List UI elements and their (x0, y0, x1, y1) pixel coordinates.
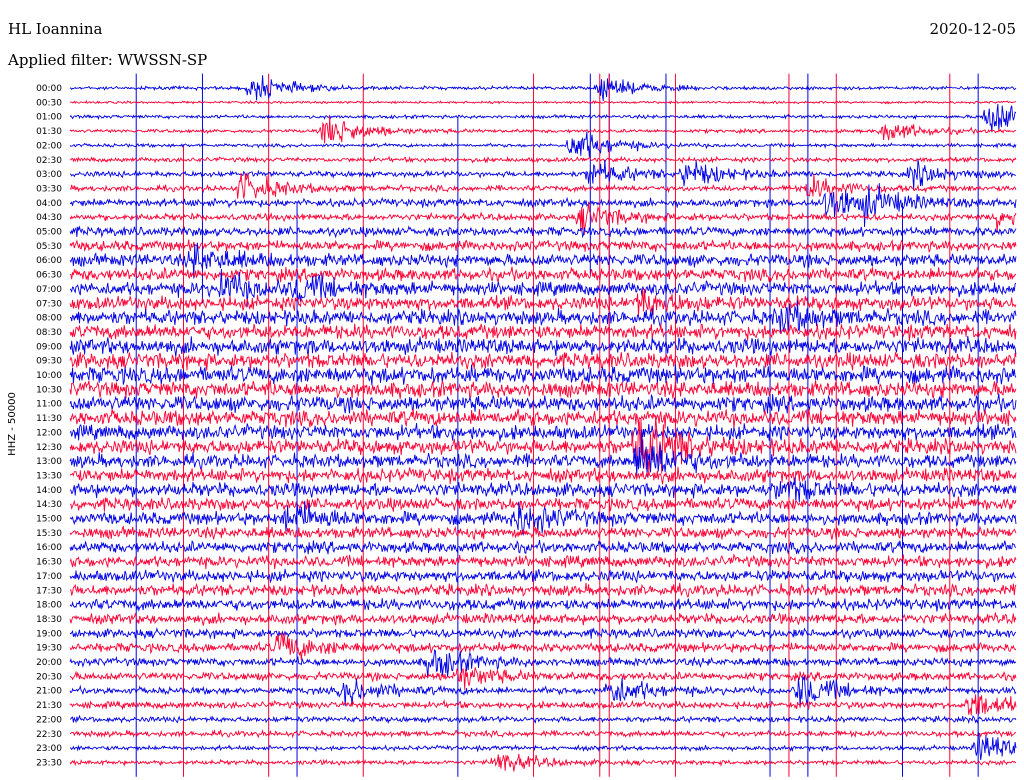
row-time-label: 09:00 (36, 342, 62, 352)
row-time-label: 23:30 (36, 758, 62, 768)
row-time-label: 07:00 (36, 285, 62, 295)
row-time-label: 04:00 (36, 199, 62, 209)
trace-line (69, 393, 1017, 414)
row-time-label: 18:00 (36, 601, 62, 611)
row-time-label: 00:30 (36, 98, 62, 108)
row-time-label: 19:30 (36, 644, 62, 654)
row-time-label: 11:00 (36, 400, 62, 410)
trace-line (69, 568, 1017, 584)
trace-line (69, 131, 1017, 158)
trace-line (69, 159, 1017, 190)
trace-line (69, 496, 1017, 513)
trace-line (69, 477, 1017, 503)
trace-line (69, 336, 1017, 357)
row-time-label: 16:30 (36, 558, 62, 568)
row-time-label: 15:00 (36, 515, 62, 525)
trace-line (69, 364, 1017, 386)
row-label-layer: 00:00 00:30 01:00 01:30 02:00 02:30 03:00 03:30… (36, 84, 62, 768)
row-time-label: 03:30 (36, 184, 62, 194)
trace-line (69, 115, 1017, 144)
row-time-label: 17:00 (36, 572, 62, 582)
trace-line (69, 225, 1017, 239)
row-time-label: 10:00 (36, 371, 62, 381)
trace-line (69, 553, 1017, 570)
row-time-label: 19:00 (36, 629, 62, 639)
y-axis-label: HHZ - 50000 (7, 392, 18, 456)
row-time-label: 01:00 (36, 113, 62, 123)
row-time-label: 22:00 (36, 715, 62, 725)
row-time-label: 16:00 (36, 543, 62, 553)
trace-line (69, 731, 1017, 761)
trace-line (69, 582, 1017, 598)
trace-line (69, 729, 1017, 739)
row-time-label: 04:30 (36, 213, 62, 223)
row-time-label: 08:00 (36, 314, 62, 324)
row-time-label: 08:30 (36, 328, 62, 338)
row-time-label: 13:00 (36, 457, 62, 467)
row-time-label: 20:30 (36, 672, 62, 682)
trace-line (69, 539, 1017, 555)
trace-line (69, 266, 1017, 283)
trace-line (70, 155, 1017, 164)
trace-line (69, 75, 1017, 102)
row-time-label: 20:00 (36, 658, 62, 668)
row-time-label: 06:00 (36, 256, 62, 266)
row-time-label: 15:30 (36, 529, 62, 539)
trace-line (69, 379, 1017, 401)
trace-line (69, 694, 1017, 716)
trace-line (69, 415, 1017, 474)
trace-line (69, 423, 1017, 442)
row-time-label: 06:30 (36, 271, 62, 281)
row-time-label: 05:30 (36, 242, 62, 252)
row-time-label: 21:30 (36, 701, 62, 711)
row-time-label: 22:30 (36, 730, 62, 740)
trace-line (69, 99, 1017, 105)
row-time-label: 17:30 (36, 586, 62, 596)
row-time-label: 12:30 (36, 443, 62, 453)
row-time-label: 10:30 (36, 385, 62, 395)
row-time-label: 21:00 (36, 687, 62, 697)
row-time-label: 12:00 (36, 428, 62, 438)
spike-layer (135, 73, 979, 777)
trace-line (69, 351, 1017, 371)
trace-line (69, 667, 1017, 690)
row-time-label: 00:00 (36, 84, 62, 94)
trace-line (69, 632, 1017, 661)
trace-line (69, 596, 1017, 612)
trace-line (69, 239, 1017, 253)
trace-line (69, 612, 1017, 626)
seismogram-plot: 00:00 00:30 01:00 01:30 02:00 02:30 03:00 03:30… (7, 73, 1017, 777)
row-time-label: 13:30 (36, 471, 62, 481)
trace-layer (69, 75, 1017, 772)
trace-line (69, 626, 1017, 641)
row-time-label: 02:30 (36, 156, 62, 166)
trace-line (69, 714, 1017, 725)
trace-line (69, 103, 1017, 133)
row-time-label: 23:00 (36, 744, 62, 754)
row-time-label: 03:00 (36, 170, 62, 180)
row-time-label: 05:00 (36, 228, 62, 238)
row-time-label: 11:30 (36, 414, 62, 424)
row-time-label: 02:00 (36, 141, 62, 151)
row-time-label: 07:30 (36, 299, 62, 309)
row-time-label: 18:30 (36, 615, 62, 625)
trace-line (69, 172, 1017, 199)
row-time-label: 14:00 (36, 486, 62, 496)
trace-line (69, 466, 1017, 485)
trace-line (69, 753, 1016, 772)
row-time-label: 14:30 (36, 500, 62, 510)
trace-line (69, 323, 1017, 342)
row-time-label: 09:30 (36, 357, 62, 367)
row-time-label: 01:30 (36, 127, 62, 137)
trace-line (69, 408, 1017, 429)
